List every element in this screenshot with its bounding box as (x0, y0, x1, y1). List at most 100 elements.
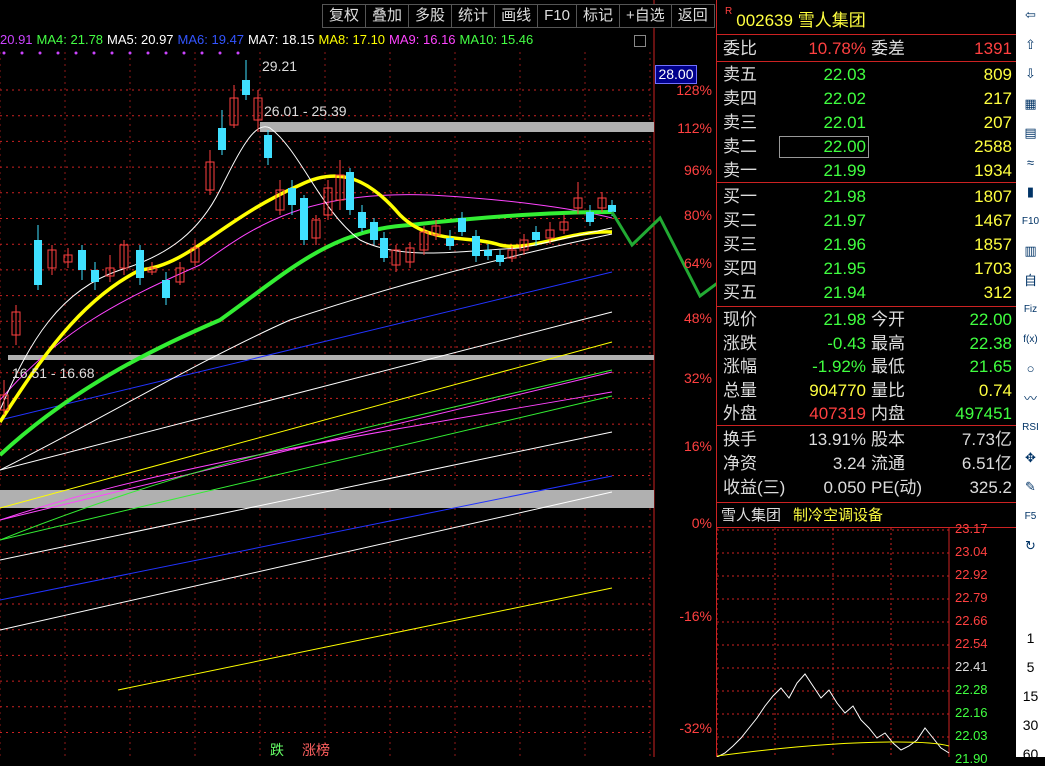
asks-row[interactable]: 卖二 22.00 2588 (717, 135, 1016, 158)
candle-body-down (300, 198, 308, 240)
toolbar-button-1[interactable]: 叠加 (365, 4, 409, 28)
toolbar-button-5[interactable]: F10 (537, 4, 576, 28)
move-icon[interactable]: ✥ (1020, 447, 1041, 468)
ma-legend-item: MA7: 18.15 (248, 32, 315, 47)
stock-header: R 002639 雪人集团 (725, 6, 866, 31)
bids-label: 买二 (723, 211, 757, 230)
mini-axis-label: 23.04 (955, 544, 988, 559)
candle-body-down (608, 205, 616, 212)
fundamental-value: 13.91% (808, 430, 866, 449)
candle-icon[interactable]: ▮ (1020, 181, 1041, 202)
stat-label: 总量 (723, 380, 757, 400)
stock-code: 002639 (736, 11, 793, 30)
asks-row[interactable]: 卖三 22.01 207 (717, 111, 1016, 134)
mini-axis-label: 22.79 (955, 590, 988, 605)
circle-icon[interactable]: ○ (1020, 358, 1041, 379)
table-icon[interactable]: ▤ (1020, 122, 1041, 143)
kline-icon[interactable]: ▦ (1020, 93, 1041, 114)
fiz-icon[interactable]: Fiz (1020, 299, 1041, 320)
bids-volume: 312 (983, 283, 1012, 302)
toolbar-button-0[interactable]: 复权 (322, 4, 366, 28)
fundamental-value-2: 325.2 (969, 478, 1012, 497)
legend-dot (236, 51, 240, 55)
asks-row[interactable]: 卖一 21.99 1934 (717, 159, 1016, 182)
legend-dot (182, 51, 186, 55)
bids-price: 21.98 (823, 187, 866, 206)
asks-price: 22.02 (823, 89, 866, 108)
asks-price: 21.99 (823, 161, 866, 180)
asks-row[interactable]: 卖五 22.03 809 (717, 63, 1016, 86)
period-button-30[interactable]: 30 (1016, 717, 1045, 733)
percent-axis-label: 96% (683, 162, 712, 178)
industry-sector[interactable]: 制冷空调设备 (793, 505, 883, 527)
percent-axis-label: -16% (679, 608, 712, 624)
period-button-60[interactable]: 60 (1016, 746, 1045, 762)
stock-name: 雪人集团 (797, 11, 866, 30)
bids-row[interactable]: 买二 21.97 1467 (717, 209, 1016, 232)
legend-dot (110, 51, 114, 55)
stat-value-2: 22.38 (969, 333, 1012, 353)
stat-label: 现价 (723, 310, 757, 329)
toolbar-button-6[interactable]: 标记 (575, 4, 619, 28)
arrow-up-icon[interactable]: ⇧ (1020, 34, 1041, 55)
refresh-icon[interactable]: ↻ (1020, 535, 1041, 556)
period-button-1[interactable]: 1 (1016, 630, 1045, 646)
report-icon[interactable]: ▥ (1020, 240, 1041, 261)
bids-volume: 1857 (974, 235, 1012, 254)
toolbar-button-8[interactable]: 返回 (670, 4, 715, 28)
candle-body-down (586, 212, 594, 222)
weibi-row: 委比 10.78% 委差 1391 (717, 37, 1016, 60)
candle-body-down (91, 270, 99, 282)
candle-body-down (370, 222, 378, 240)
bids-row[interactable]: 买五 21.94 312 (717, 281, 1016, 304)
line-chart-icon[interactable]: ≈ (1020, 152, 1041, 173)
kline-chart[interactable] (0, 0, 716, 757)
stat-label: 涨幅 (723, 357, 757, 376)
bids-row[interactable]: 买四 21.95 1703 (717, 257, 1016, 280)
percent-axis-label: 128% (676, 82, 712, 98)
candle-body-down (472, 236, 480, 256)
mini-axis-label: 22.92 (955, 567, 988, 582)
asks-row[interactable]: 卖四 22.02 217 (717, 87, 1016, 110)
ma-legend-item: MA5: 20.97 (107, 32, 174, 47)
bids-price: 21.97 (823, 211, 866, 230)
ma-line (117, 587, 613, 691)
toolbar-button-2[interactable]: 多股 (408, 4, 452, 28)
candle-body-down (34, 240, 42, 285)
user-drawn-line (610, 211, 716, 299)
candle-body-down (532, 232, 540, 240)
stat-label-2: 今开 (871, 310, 905, 329)
tab-limit-up[interactable]: 涨榜 (302, 740, 330, 760)
bids-row[interactable]: 买一 21.98 1807 (717, 185, 1016, 208)
toolbar-button-7[interactable]: +自选 (618, 4, 671, 28)
period-button-15[interactable]: 15 (1016, 688, 1045, 704)
pen-icon[interactable]: ✎ (1020, 476, 1041, 497)
formula-icon[interactable]: f(x) (1020, 329, 1041, 350)
ma-legend-toggle[interactable] (634, 35, 646, 47)
rsi-icon[interactable]: RSI (1020, 417, 1041, 438)
asks-label: 卖三 (723, 113, 757, 132)
mini-axis-label: 22.66 (955, 613, 988, 628)
bids-row[interactable]: 买三 21.96 1857 (717, 233, 1016, 256)
asks-label: 卖五 (723, 65, 757, 84)
stat-label-2: 内盘 (871, 404, 905, 423)
fundamental-row: 收益(三) 0.050 PE(动) 325.2 (717, 476, 1016, 499)
f5-icon[interactable]: F5 (1020, 506, 1041, 527)
mini-axis-label: 22.16 (955, 705, 988, 720)
toolbar-button-4[interactable]: 画线 (494, 4, 538, 28)
period-button-5[interactable]: 5 (1016, 659, 1045, 675)
candle-body-down (446, 238, 454, 246)
legend-dot (128, 51, 132, 55)
ma-legend-item: MA10: 15.46 (459, 32, 534, 47)
toolbar-button-3[interactable]: 统计 (451, 4, 495, 28)
stat-value: -0.43 (827, 333, 866, 353)
selfselect-icon[interactable]: 自 (1020, 270, 1041, 291)
arrow-left-icon[interactable]: ⇦ (1020, 4, 1041, 25)
f10-icon[interactable]: F10 (1020, 211, 1041, 232)
tab-down[interactable]: 跌 (270, 740, 284, 760)
bids-price: 21.96 (823, 235, 866, 254)
arrow-down-icon[interactable]: ⇩ (1020, 63, 1041, 84)
percent-axis-label: 80% (683, 207, 712, 223)
stats-row: 总量 904770 量比 0.74 (717, 379, 1016, 402)
trend-icon[interactable]: 〰 (1020, 388, 1041, 409)
